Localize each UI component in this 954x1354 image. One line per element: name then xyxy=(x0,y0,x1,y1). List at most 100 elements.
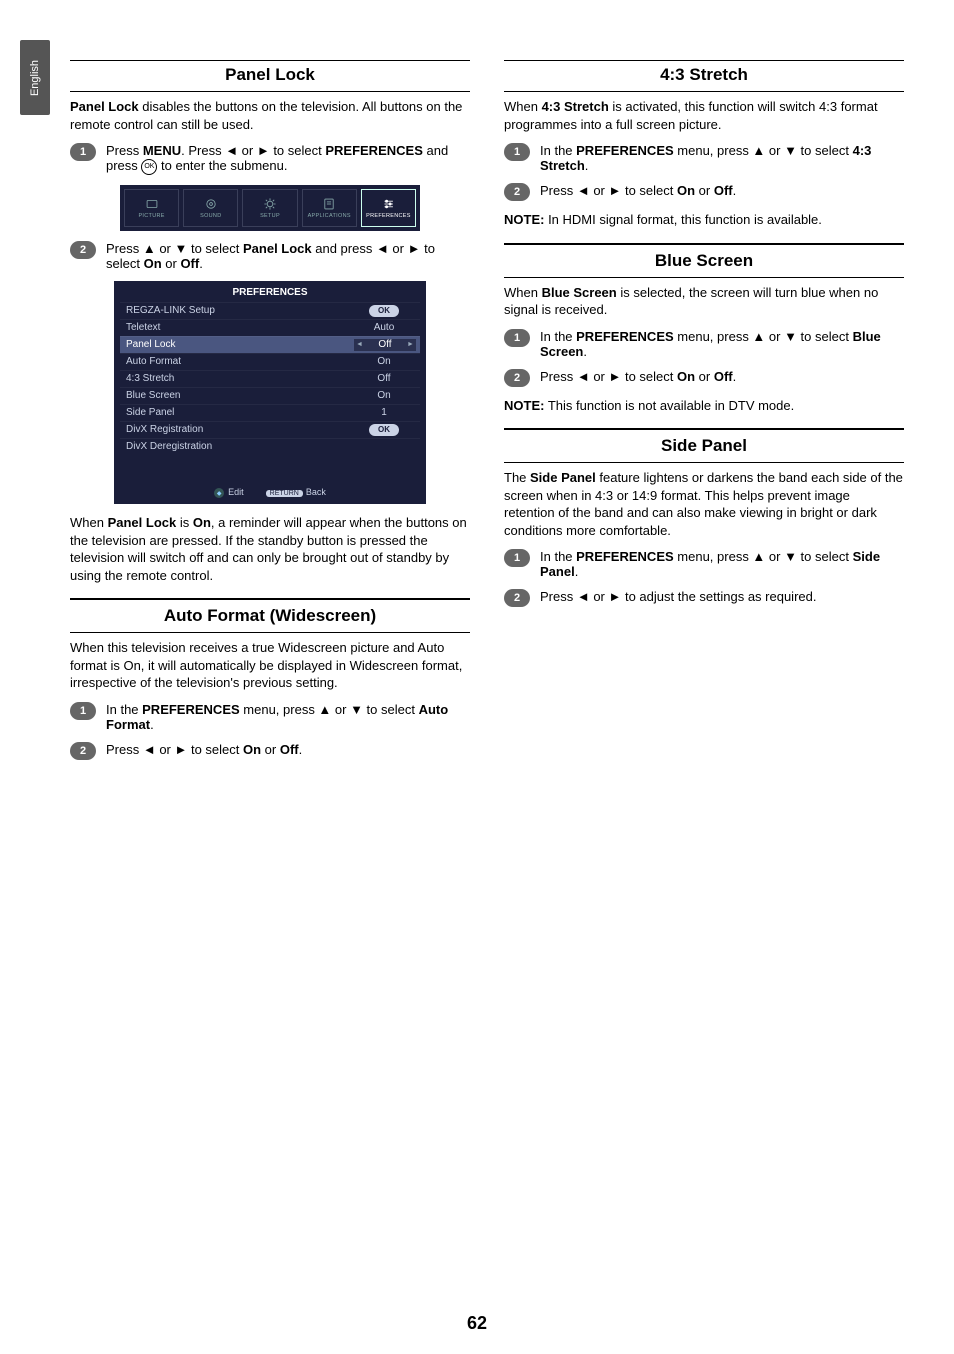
menu-tab-sound[interactable]: SOUND xyxy=(183,189,238,227)
preferences-panel-footer: ◆ Edit RETURNBack xyxy=(120,481,420,505)
menu-tab-label: PICTURE xyxy=(138,213,164,219)
bold-text: Off xyxy=(180,256,199,271)
preferences-row-value: ◄Off► xyxy=(354,338,414,351)
step-number-icon: 1 xyxy=(504,549,530,567)
bold-text: PREFERENCES xyxy=(325,143,423,158)
body-text: In HDMI signal format, this function is … xyxy=(544,212,821,227)
page-number: 62 xyxy=(0,1313,954,1334)
preferences-panel-rows: REGZA-LINK SetupOKTeletextAutoPanel Lock… xyxy=(120,302,420,455)
preferences-row[interactable]: Side Panel1 xyxy=(120,404,420,421)
panel-lock-outro: When Panel Lock is On, a reminder will a… xyxy=(70,514,470,584)
ok-pill: OK xyxy=(369,424,399,436)
body-text: or xyxy=(261,742,280,757)
ok-button-icon: OK xyxy=(141,159,157,175)
language-tab: English xyxy=(20,40,50,115)
bold-text: PREFERENCES xyxy=(576,143,674,158)
step-text: Press ◄ or ► to select On or Off. xyxy=(540,183,904,201)
sound-icon xyxy=(204,197,218,211)
divider xyxy=(504,277,904,278)
bold-text: Side Panel xyxy=(530,470,596,485)
body-text: . Press ◄ or ► to select xyxy=(181,143,325,158)
footer-label: Back xyxy=(306,487,326,497)
preferences-row[interactable]: TeletextAuto xyxy=(120,319,420,336)
bold-text: Off xyxy=(280,742,299,757)
step-number-icon: 2 xyxy=(504,589,530,607)
columns: Panel Lock Panel Lock disables the butto… xyxy=(70,60,904,770)
preferences-row-name: 4:3 Stretch xyxy=(126,373,354,384)
preferences-row-name: DivX Deregistration xyxy=(126,441,354,452)
footer-label: Edit xyxy=(228,487,244,497)
body-text: The xyxy=(504,470,530,485)
auto-format-step-1: 1 In the PREFERENCES menu, press ▲ or ▼ … xyxy=(70,702,470,732)
preferences-row[interactable]: Blue ScreenOn xyxy=(120,387,420,404)
preferences-row[interactable]: Auto FormatOn xyxy=(120,353,420,370)
applications-icon xyxy=(322,197,336,211)
divider xyxy=(70,598,470,600)
step-number-icon: 1 xyxy=(504,143,530,161)
panel-lock-step-2: 2 Press ▲ or ▼ to select Panel Lock and … xyxy=(70,241,470,271)
selector-box: ◄Off► xyxy=(354,339,416,351)
bold-text: 4:3 Stretch xyxy=(542,99,609,114)
blue-screen-step-1: 1 In the PREFERENCES menu, press ▲ or ▼ … xyxy=(504,329,904,359)
menu-tab-preferences[interactable]: PREFERENCES xyxy=(361,189,416,227)
bold-text: On xyxy=(243,742,261,757)
body-text: . xyxy=(150,717,154,732)
side-panel-intro: The Side Panel feature lightens or darke… xyxy=(504,469,904,539)
preferences-row-value: Off xyxy=(354,373,414,384)
step-text: Press ◄ or ► to adjust the settings as r… xyxy=(540,589,904,607)
bold-text: MENU xyxy=(143,143,181,158)
preferences-panel-title: PREFERENCES xyxy=(120,287,420,298)
edit-dot-icon: ◆ xyxy=(214,488,224,498)
preferences-row-name: Auto Format xyxy=(126,356,354,367)
preferences-panel: PREFERENCES REGZA-LINK SetupOKTeletextAu… xyxy=(114,281,426,505)
menu-tab-label: APPLICATIONS xyxy=(308,213,351,219)
language-tab-label: English xyxy=(29,59,41,95)
menu-tab-setup[interactable]: SETUP xyxy=(242,189,297,227)
preferences-row-name: Teletext xyxy=(126,322,354,333)
body-text: Press xyxy=(106,143,143,158)
stretch-step-1: 1 In the PREFERENCES menu, press ▲ or ▼ … xyxy=(504,143,904,173)
preferences-icon xyxy=(381,197,395,211)
stretch-step-2: 2 Press ◄ or ► to select On or Off. xyxy=(504,183,904,201)
menu-tab-strip: PICTURE SOUND SETUP APPLICATIONS PREFERE… xyxy=(120,185,420,231)
body-text: is xyxy=(176,515,193,530)
menu-tab-applications[interactable]: APPLICATIONS xyxy=(302,189,357,227)
bold-text: Panel Lock xyxy=(70,99,139,114)
stretch-intro: When 4:3 Stretch is activated, this func… xyxy=(504,98,904,133)
step-number-icon: 1 xyxy=(70,143,96,161)
auto-format-heading: Auto Format (Widescreen) xyxy=(70,606,470,626)
step-text: In the PREFERENCES menu, press ▲ or ▼ to… xyxy=(106,702,470,732)
footer-back: RETURNBack xyxy=(266,487,326,497)
return-pill: RETURN xyxy=(266,490,303,497)
preferences-row-value: On xyxy=(354,356,414,367)
step-number-icon: 2 xyxy=(504,183,530,201)
blue-screen-heading: Blue Screen xyxy=(504,251,904,271)
body-text: Press ◄ or ► to select xyxy=(540,183,677,198)
body-text: Press ▲ or ▼ to select xyxy=(106,241,243,256)
preferences-row-name: Panel Lock xyxy=(126,339,354,350)
step-number-icon: 1 xyxy=(504,329,530,347)
body-text: Press ◄ or ► to select xyxy=(540,369,677,384)
bold-text: On xyxy=(193,515,211,530)
menu-tab-label: PREFERENCES xyxy=(366,213,411,219)
body-text: . xyxy=(299,742,303,757)
preferences-row[interactable]: REGZA-LINK SetupOK xyxy=(120,302,420,319)
picture-icon xyxy=(145,197,159,211)
right-column: 4:3 Stretch When 4:3 Stretch is activate… xyxy=(504,60,904,770)
body-text: menu, press ▲ or ▼ to select xyxy=(674,143,853,158)
divider xyxy=(504,462,904,463)
step-number-icon: 2 xyxy=(70,241,96,259)
preferences-row[interactable]: DivX Deregistration xyxy=(120,438,420,455)
menu-tab-picture[interactable]: PICTURE xyxy=(124,189,179,227)
preferences-row[interactable]: 4:3 StretchOff xyxy=(120,370,420,387)
divider xyxy=(70,60,470,61)
auto-format-intro: When this television receives a true Wid… xyxy=(70,639,470,692)
step-text: Press ◄ or ► to select On or Off. xyxy=(106,742,470,760)
bold-text: PREFERENCES xyxy=(576,329,674,344)
step-text: In the PREFERENCES menu, press ▲ or ▼ to… xyxy=(540,549,904,579)
preferences-row[interactable]: DivX RegistrationOK xyxy=(120,421,420,438)
selector-value: Off xyxy=(363,339,407,350)
divider xyxy=(504,428,904,430)
bold-text: On xyxy=(677,183,695,198)
preferences-row[interactable]: Panel Lock◄Off► xyxy=(120,336,420,353)
